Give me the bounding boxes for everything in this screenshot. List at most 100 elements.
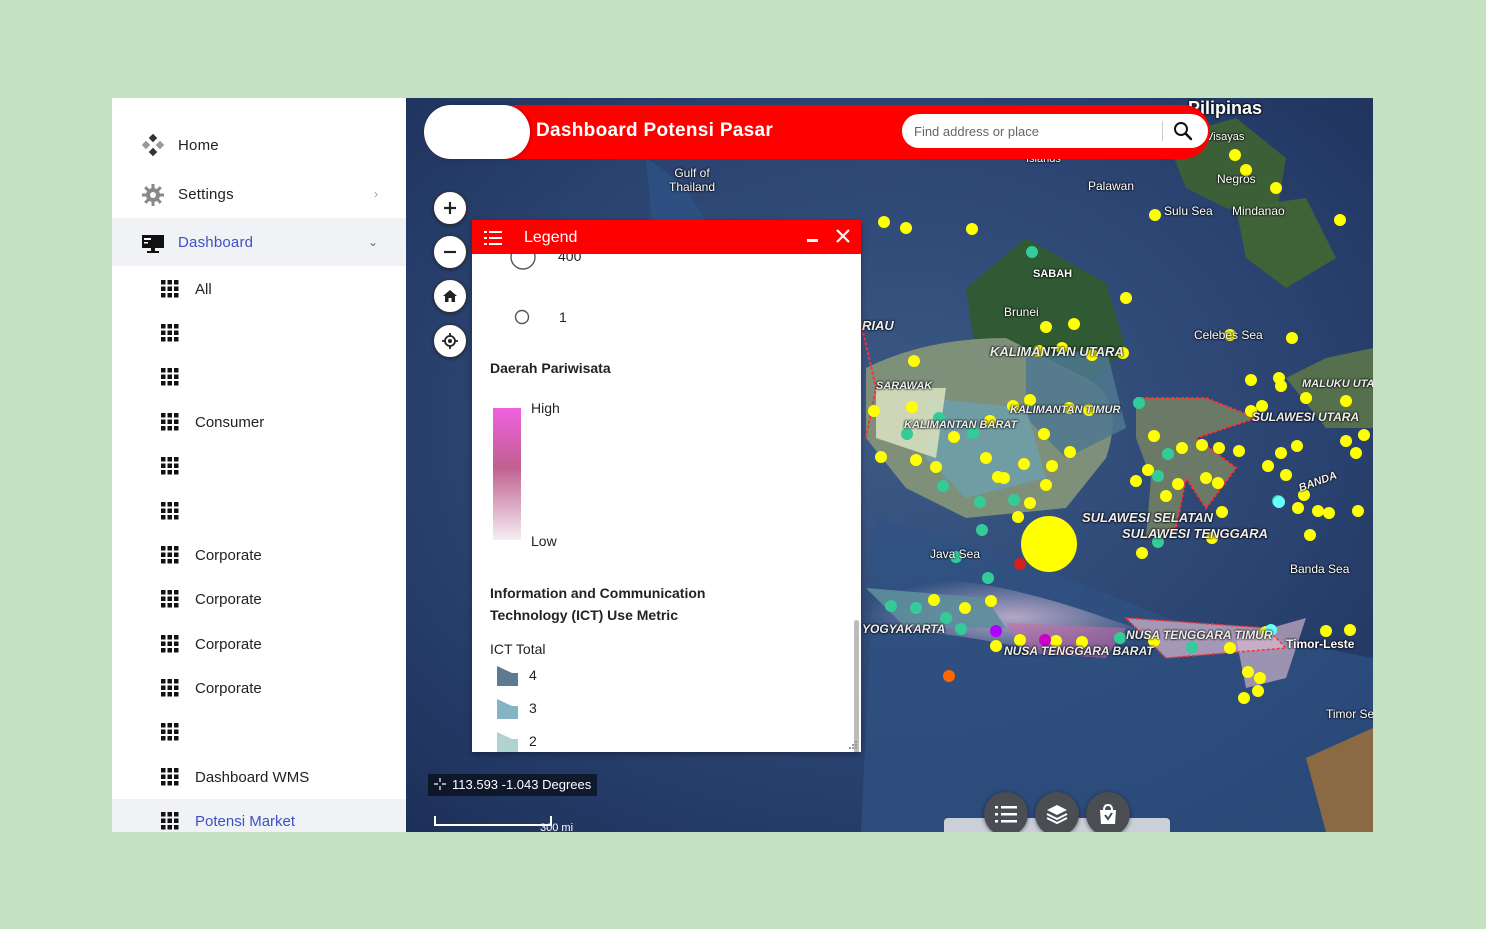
sidebar-item-settings[interactable]: Settings › xyxy=(112,170,406,218)
coordinate-readout[interactable]: 113.593 -1.043 Degrees xyxy=(428,774,598,796)
point-marker[interactable] xyxy=(1270,182,1282,194)
point-marker[interactable] xyxy=(928,594,940,606)
sidebar-subitem[interactable]: Corporate xyxy=(112,533,406,577)
point-marker[interactable] xyxy=(1291,440,1303,452)
sidebar-subitem[interactable]: Consumer xyxy=(112,400,406,444)
legend-scrollbar[interactable] xyxy=(854,620,859,752)
point-marker[interactable] xyxy=(1340,395,1352,407)
sidebar-subitem[interactable]: Potensi Market xyxy=(112,799,406,832)
point-marker[interactable] xyxy=(1275,447,1287,459)
point-marker[interactable] xyxy=(1018,458,1030,470)
point-marker[interactable] xyxy=(955,623,967,635)
point-marker[interactable] xyxy=(1320,625,1332,637)
point-marker[interactable] xyxy=(1160,490,1172,502)
point-marker[interactable] xyxy=(1245,374,1257,386)
point-marker[interactable] xyxy=(930,461,942,473)
logo-placeholder[interactable] xyxy=(424,105,530,159)
point-marker[interactable] xyxy=(1273,496,1285,508)
point-marker[interactable] xyxy=(1275,380,1287,392)
point-marker[interactable] xyxy=(906,401,918,413)
point-marker[interactable] xyxy=(1344,624,1356,636)
point-marker[interactable] xyxy=(1323,507,1335,519)
point-marker[interactable] xyxy=(1352,505,1364,517)
point-marker[interactable] xyxy=(1358,429,1370,441)
point-marker[interactable] xyxy=(943,670,955,682)
point-marker[interactable] xyxy=(1120,292,1132,304)
point-marker[interactable] xyxy=(966,223,978,235)
zoom-in-button[interactable] xyxy=(433,191,467,225)
point-marker[interactable] xyxy=(868,405,880,417)
locate-button[interactable] xyxy=(433,324,467,358)
sidebar-subitem[interactable]: Corporate xyxy=(112,666,406,710)
point-marker[interactable] xyxy=(1149,209,1161,221)
point-marker[interactable] xyxy=(1012,511,1024,523)
sidebar-item-home[interactable]: Home xyxy=(112,121,406,169)
point-marker[interactable] xyxy=(1292,502,1304,514)
point-marker[interactable] xyxy=(974,496,986,508)
point-marker[interactable] xyxy=(1136,547,1148,559)
point-marker[interactable] xyxy=(1026,246,1038,258)
sidebar-subitem[interactable]: All xyxy=(112,267,406,311)
large-point-marker[interactable] xyxy=(1021,516,1077,572)
point-marker[interactable] xyxy=(885,600,897,612)
point-marker[interactable] xyxy=(1148,430,1160,442)
map-view[interactable]: Pilipinas Gulf of Thailand Palawan Negro… xyxy=(406,98,1373,832)
resize-grip-icon[interactable] xyxy=(848,740,858,750)
point-marker[interactable] xyxy=(1162,448,1174,460)
point-marker[interactable] xyxy=(1334,214,1346,226)
point-marker[interactable] xyxy=(1280,469,1292,481)
point-marker[interactable] xyxy=(1212,477,1224,489)
point-marker[interactable] xyxy=(1200,472,1212,484)
sidebar-subitem[interactable] xyxy=(112,710,406,754)
point-marker[interactable] xyxy=(908,355,920,367)
point-marker[interactable] xyxy=(1008,494,1020,506)
point-marker[interactable] xyxy=(1242,666,1254,678)
point-marker[interactable] xyxy=(910,602,922,614)
point-marker[interactable] xyxy=(1133,397,1145,409)
point-marker[interactable] xyxy=(1300,392,1312,404)
point-marker[interactable] xyxy=(910,454,922,466)
point-marker[interactable] xyxy=(1213,442,1225,454)
sidebar-subitem[interactable]: Dashboard WMS xyxy=(112,755,406,799)
point-marker[interactable] xyxy=(1046,460,1058,472)
home-extent-button[interactable] xyxy=(433,279,467,313)
point-marker[interactable] xyxy=(990,640,1002,652)
point-marker[interactable] xyxy=(1068,318,1080,330)
point-marker[interactable] xyxy=(1142,464,1154,476)
minimize-icon[interactable] xyxy=(806,226,820,246)
point-marker[interactable] xyxy=(1216,506,1228,518)
point-marker[interactable] xyxy=(1172,478,1184,490)
point-marker[interactable] xyxy=(1262,460,1274,472)
point-marker[interactable] xyxy=(1304,529,1316,541)
point-marker[interactable] xyxy=(875,451,887,463)
point-marker[interactable] xyxy=(1350,447,1362,459)
point-marker[interactable] xyxy=(1114,632,1126,644)
point-marker[interactable] xyxy=(1130,475,1142,487)
point-marker[interactable] xyxy=(1186,641,1198,653)
basemap-button[interactable] xyxy=(1086,792,1130,832)
sidebar-item-dashboard[interactable]: Dashboard ⌄ xyxy=(112,218,406,266)
point-marker[interactable] xyxy=(1176,442,1188,454)
point-marker[interactable] xyxy=(990,625,1002,637)
point-marker[interactable] xyxy=(1014,558,1026,570)
sidebar-subitem[interactable] xyxy=(112,444,406,488)
zoom-out-button[interactable] xyxy=(433,235,467,269)
point-marker[interactable] xyxy=(985,595,997,607)
point-marker[interactable] xyxy=(1196,439,1208,451)
point-marker[interactable] xyxy=(1040,479,1052,491)
point-marker[interactable] xyxy=(1064,446,1076,458)
point-marker[interactable] xyxy=(1233,445,1245,457)
layers-button[interactable] xyxy=(1035,792,1079,832)
point-marker[interactable] xyxy=(937,480,949,492)
sidebar-subitem[interactable]: Corporate xyxy=(112,622,406,666)
point-marker[interactable] xyxy=(959,602,971,614)
legend-toggle-button[interactable] xyxy=(984,792,1028,832)
point-marker[interactable] xyxy=(1254,672,1266,684)
search-icon[interactable] xyxy=(1168,118,1198,144)
point-marker[interactable] xyxy=(1229,149,1241,161)
point-marker[interactable] xyxy=(992,471,1004,483)
search-input[interactable] xyxy=(914,122,1154,140)
point-marker[interactable] xyxy=(900,222,912,234)
point-marker[interactable] xyxy=(1152,470,1164,482)
point-marker[interactable] xyxy=(1040,321,1052,333)
